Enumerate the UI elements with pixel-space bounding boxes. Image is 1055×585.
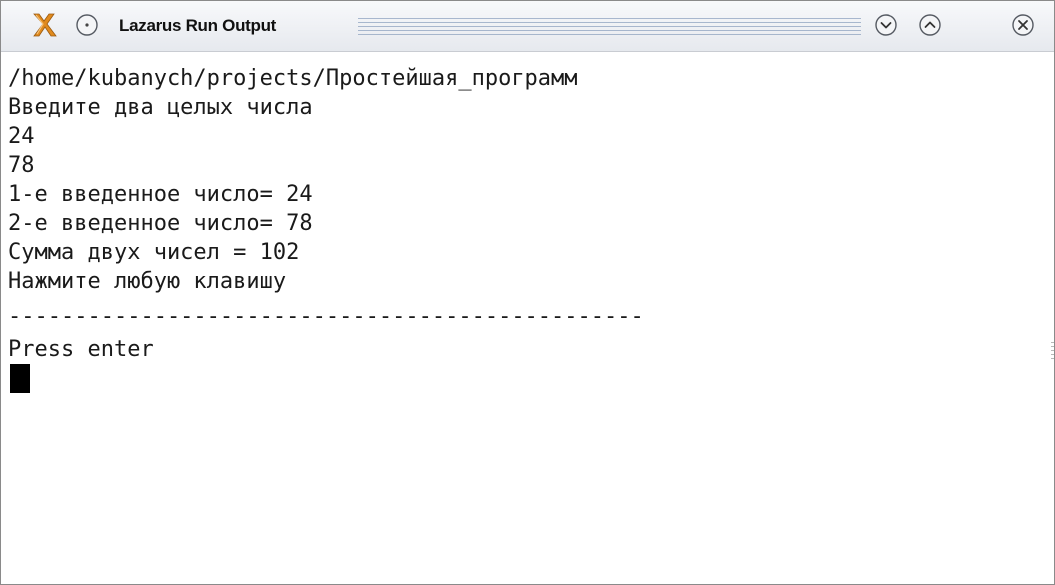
title-bar-decoration [358, 18, 861, 36]
separator-line: ----------------------------------------… [8, 304, 644, 329]
window-title: Lazarus Run Output [119, 16, 277, 35]
close-icon[interactable] [1010, 12, 1036, 38]
minimize-icon[interactable] [873, 12, 899, 38]
maximize-icon[interactable] [917, 12, 943, 38]
output-line: Введите два целых числа [8, 95, 313, 120]
title-bar[interactable]: Lazarus Run Output [1, 1, 1054, 52]
output-line: 1-е введенное число= 24 [8, 182, 313, 207]
output-line: 78 [8, 153, 35, 178]
terminal-output[interactable]: /home/kubanych/projects/Простейшая_прогр… [1, 52, 1054, 584]
window-menu-icon[interactable] [74, 12, 100, 38]
x-app-icon[interactable] [31, 12, 57, 38]
text-cursor [10, 364, 30, 393]
run-output-window: Lazarus Run Output /home/kubanych/projec… [0, 0, 1055, 585]
resize-grip[interactable] [1051, 342, 1054, 362]
output-line: Press enter [8, 337, 154, 362]
output-line: Нажмите любую клавишу [8, 269, 287, 294]
output-line: 2-е введенное число= 78 [8, 211, 313, 236]
output-line: 24 [8, 124, 35, 149]
output-line: /home/kubanych/projects/Простейшая_прогр… [8, 66, 578, 91]
output-line: Сумма двух чисел = 102 [8, 240, 300, 265]
